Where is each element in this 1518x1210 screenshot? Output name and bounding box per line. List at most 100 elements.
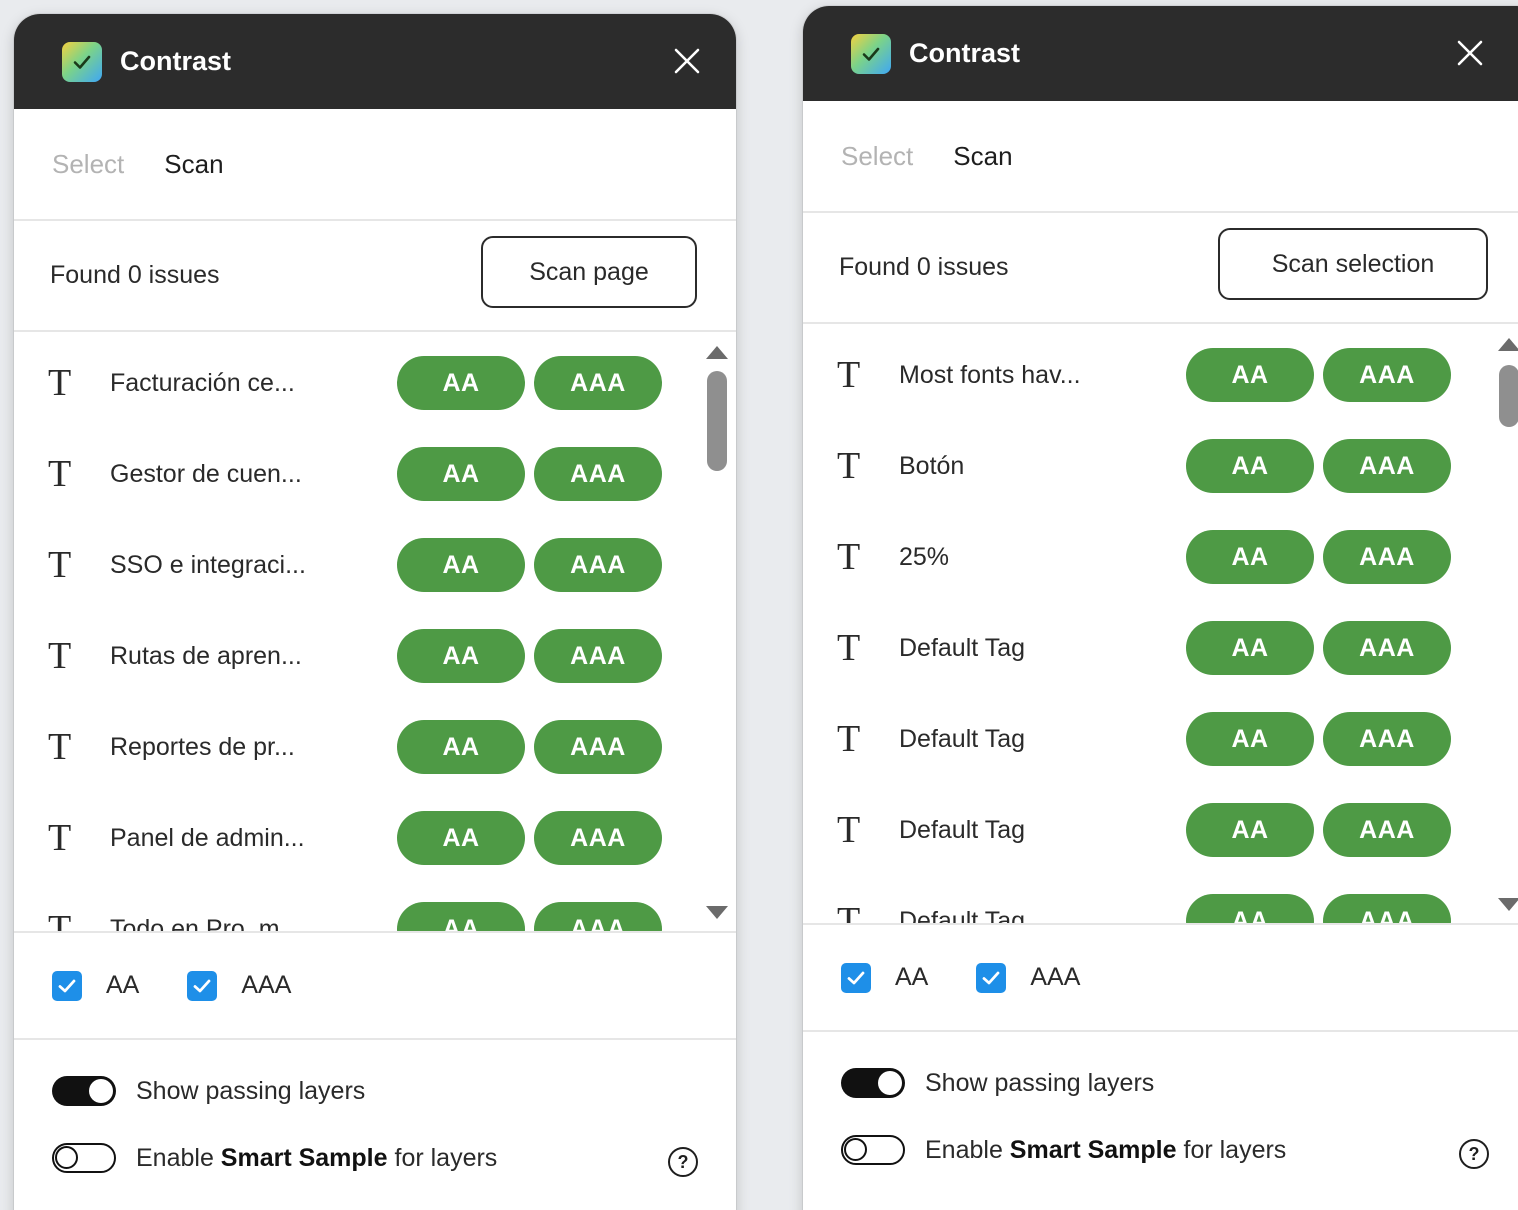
aaa-filter-label: AAA bbox=[1030, 963, 1081, 991]
list-item[interactable]: T Rutas de apren... AA AAA bbox=[14, 610, 714, 702]
aa-badge[interactable]: AA bbox=[1186, 621, 1314, 675]
aaa-filter-checkbox[interactable]: AAA bbox=[187, 970, 291, 1001]
aa-badge[interactable]: AA bbox=[397, 447, 525, 501]
issues-count: Found 0 issues bbox=[839, 253, 1009, 281]
list-item[interactable]: T Default Tag AA AAA bbox=[803, 784, 1503, 876]
aa-badge[interactable]: AA bbox=[397, 720, 525, 774]
show-passing-label: Show passing layers bbox=[136, 1076, 366, 1105]
aaa-badge[interactable]: AAA bbox=[1323, 348, 1451, 402]
level-filters: AA AAA bbox=[803, 925, 1518, 1032]
help-icon[interactable]: ? bbox=[1459, 1139, 1489, 1169]
scan-bar: Found 0 issues Scan selection bbox=[803, 213, 1518, 324]
help-icon[interactable]: ? bbox=[668, 1147, 698, 1177]
scroll-down-arrow-icon[interactable] bbox=[1498, 898, 1518, 911]
aa-badge[interactable]: AA bbox=[397, 356, 525, 410]
scrollbar-thumb[interactable] bbox=[707, 371, 727, 471]
aaa-badge[interactable]: AAA bbox=[1323, 530, 1451, 584]
titlebar: Contrast bbox=[803, 6, 1518, 101]
text-layer-icon: T bbox=[837, 718, 861, 760]
list-item[interactable]: T Most fonts hav... AA AAA bbox=[803, 329, 1503, 421]
smart-sample-toggle[interactable] bbox=[52, 1143, 116, 1173]
scroll-up-arrow-icon[interactable] bbox=[1498, 338, 1518, 351]
tab-select[interactable]: Select bbox=[841, 141, 913, 172]
layer-name: Default Tag bbox=[899, 633, 1026, 662]
scroll-up-arrow-icon[interactable] bbox=[706, 346, 728, 359]
aaa-badge[interactable]: AAA bbox=[534, 629, 662, 683]
smart-sample-label: Enable Smart Sample for layers bbox=[136, 1143, 498, 1172]
text-layer-icon: T bbox=[48, 726, 72, 768]
aa-badge[interactable]: AA bbox=[397, 629, 525, 683]
text-layer-icon: T bbox=[837, 809, 861, 851]
scan-selection-button[interactable]: Scan selection bbox=[1218, 228, 1488, 300]
aaa-badge[interactable]: AAA bbox=[534, 811, 662, 865]
tab-scan[interactable]: Scan bbox=[953, 141, 1012, 172]
layer-name: Default Tag bbox=[899, 724, 1026, 753]
list-item[interactable]: T Botón AA AAA bbox=[803, 420, 1503, 512]
aaa-badge[interactable]: AAA bbox=[534, 356, 662, 410]
aa-badge[interactable]: AA bbox=[1186, 439, 1314, 493]
aaa-filter-checkbox[interactable]: AAA bbox=[976, 962, 1081, 993]
aaa-badge[interactable]: AAA bbox=[1323, 712, 1451, 766]
show-passing-option: Show passing layers bbox=[52, 1076, 365, 1106]
aa-filter-checkbox[interactable]: AA bbox=[52, 970, 139, 1001]
aa-badge[interactable]: AA bbox=[397, 902, 525, 931]
aaa-badge[interactable]: AAA bbox=[1323, 894, 1451, 923]
contrast-app-icon bbox=[62, 41, 102, 82]
aaa-badge[interactable]: AAA bbox=[1323, 621, 1451, 675]
tab-bar: Select Scan bbox=[14, 109, 736, 221]
tab-scan[interactable]: Scan bbox=[164, 149, 223, 180]
layer-name: Botón bbox=[899, 451, 965, 480]
close-icon[interactable] bbox=[1455, 38, 1485, 68]
text-layer-icon: T bbox=[48, 908, 72, 933]
list-item[interactable]: T 25% AA AAA bbox=[803, 511, 1503, 603]
aa-badge[interactable]: AA bbox=[397, 538, 525, 592]
show-passing-toggle[interactable] bbox=[52, 1076, 116, 1106]
scroll-down-arrow-icon[interactable] bbox=[706, 906, 728, 919]
layer-name: Default Tag bbox=[899, 815, 1026, 844]
aa-badge[interactable]: AA bbox=[1186, 894, 1314, 923]
aaa-badge[interactable]: AAA bbox=[1323, 439, 1451, 493]
smart-sample-toggle[interactable] bbox=[841, 1135, 905, 1165]
show-passing-toggle[interactable] bbox=[841, 1068, 905, 1098]
layer-name: Gestor de cuen... bbox=[110, 459, 302, 488]
scrollbar-thumb[interactable] bbox=[1499, 365, 1518, 427]
list-item[interactable]: T Todo en Pro, m... AA AAA bbox=[14, 883, 714, 933]
contrast-app-icon bbox=[851, 33, 891, 74]
smart-sample-option: Enable Smart Sample for layers bbox=[841, 1135, 1286, 1165]
layer-name: Facturación ce... bbox=[110, 368, 295, 397]
aaa-badge[interactable]: AAA bbox=[534, 720, 662, 774]
aa-badge[interactable]: AA bbox=[1186, 712, 1314, 766]
contrast-plugin-panel-right: Contrast Select Scan Found 0 issues Scan… bbox=[803, 6, 1518, 1210]
aa-badge[interactable]: AA bbox=[397, 811, 525, 865]
checkbox-checked-icon bbox=[841, 962, 871, 993]
options-section: Show passing layers Enable Smart Sample … bbox=[803, 1032, 1518, 1210]
aaa-badge[interactable]: AAA bbox=[1323, 803, 1451, 857]
list-item[interactable]: T Facturación ce... AA AAA bbox=[14, 337, 714, 429]
tab-select[interactable]: Select bbox=[52, 149, 124, 180]
list-item[interactable]: T Panel de admin... AA AAA bbox=[14, 792, 714, 884]
list-item[interactable]: T Default Tag AA AAA bbox=[803, 875, 1503, 923]
list-item[interactable]: T Default Tag AA AAA bbox=[803, 693, 1503, 785]
scan-page-button[interactable]: Scan page bbox=[481, 236, 697, 308]
smart-sample-label: Enable Smart Sample for layers bbox=[925, 1135, 1287, 1164]
show-passing-option: Show passing layers bbox=[841, 1068, 1154, 1098]
list-item[interactable]: T SSO e integraci... AA AAA bbox=[14, 519, 714, 611]
aa-filter-checkbox[interactable]: AA bbox=[841, 962, 929, 993]
aa-filter-label: AA bbox=[895, 963, 929, 991]
list-item[interactable]: T Reportes de pr... AA AAA bbox=[14, 701, 714, 793]
aa-badge[interactable]: AA bbox=[1186, 530, 1314, 584]
aaa-badge[interactable]: AAA bbox=[534, 902, 662, 931]
close-icon[interactable] bbox=[672, 46, 702, 76]
show-passing-label: Show passing layers bbox=[925, 1068, 1155, 1097]
text-layer-icon: T bbox=[837, 445, 861, 487]
tab-bar: Select Scan bbox=[803, 101, 1518, 213]
aaa-badge[interactable]: AAA bbox=[534, 538, 662, 592]
aa-badge[interactable]: AA bbox=[1186, 803, 1314, 857]
layer-name: SSO e integraci... bbox=[110, 550, 306, 579]
text-layer-icon: T bbox=[48, 817, 72, 859]
list-item[interactable]: T Gestor de cuen... AA AAA bbox=[14, 428, 714, 520]
aaa-badge[interactable]: AAA bbox=[534, 447, 662, 501]
list-item[interactable]: T Default Tag AA AAA bbox=[803, 602, 1503, 694]
checkbox-checked-icon bbox=[976, 962, 1007, 993]
aa-badge[interactable]: AA bbox=[1186, 348, 1314, 402]
